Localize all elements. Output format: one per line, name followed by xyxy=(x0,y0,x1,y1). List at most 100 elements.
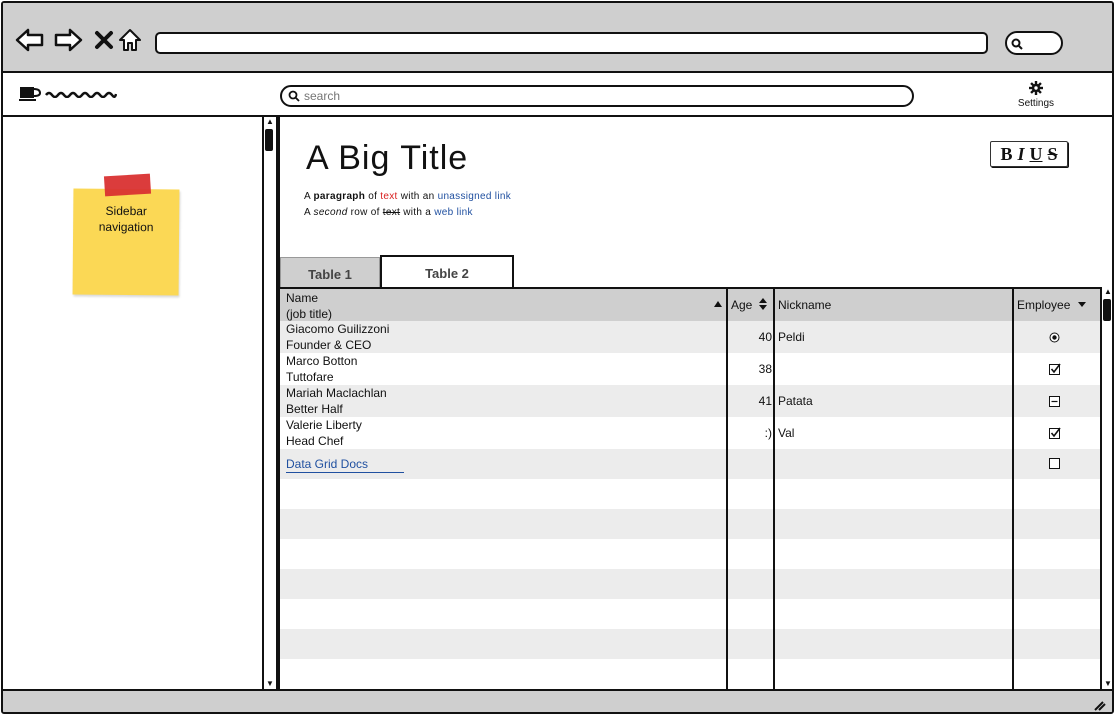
row-name-cell: Mariah Maclachlan Better Half xyxy=(286,385,387,417)
para2-strike: text xyxy=(382,207,401,218)
scroll-thumb[interactable] xyxy=(1103,299,1111,321)
url-field[interactable] xyxy=(155,32,988,54)
paragraph-1: A paragraph of text with an unassigned l… xyxy=(304,191,511,202)
row-nickname: Patata xyxy=(778,394,813,408)
table-row[interactable]: Mariah Maclachlan Better Half 41 Patata xyxy=(280,385,1100,417)
sort-ascending-icon[interactable] xyxy=(713,300,723,308)
scroll-up-arrow[interactable]: ▲ xyxy=(1102,287,1112,297)
employee-radio-selected[interactable] xyxy=(1049,332,1060,343)
row-age: 40 xyxy=(758,330,772,344)
column-divider xyxy=(773,289,775,691)
search-input[interactable] xyxy=(304,89,864,103)
sort-descending-icon[interactable] xyxy=(1077,301,1087,308)
header-job-title-label: (job title) xyxy=(286,307,333,321)
column-divider xyxy=(1012,289,1014,691)
tab-table-1[interactable]: Table 1 xyxy=(280,257,380,291)
empty-row xyxy=(280,569,1100,599)
logo xyxy=(19,86,117,102)
app-header: Settings xyxy=(3,73,1112,117)
row-job-title: Head Chef xyxy=(286,434,344,448)
data-grid-docs-link[interactable]: Data Grid Docs xyxy=(286,456,404,473)
para2-a: A xyxy=(304,207,311,218)
row-job-title: Founder & CEO xyxy=(286,338,372,352)
para1-red-text: text xyxy=(380,191,398,202)
sort-both-icon[interactable] xyxy=(758,297,768,311)
search-bar[interactable] xyxy=(280,85,914,107)
bold-button[interactable]: B xyxy=(1000,144,1012,165)
scroll-up-arrow[interactable]: ▲ xyxy=(264,117,276,127)
row-name-cell: Marco Botton Tuttofare xyxy=(286,353,357,385)
header-name[interactable]: Name (job title) xyxy=(286,290,332,322)
search-icon xyxy=(288,90,300,102)
para1-a: A xyxy=(304,191,311,202)
search-icon xyxy=(1011,38,1023,50)
unassigned-link[interactable]: unassigned link xyxy=(438,191,511,202)
data-grid: Name (job title) Age Nickname Employee G… xyxy=(280,287,1100,691)
column-divider xyxy=(726,289,728,691)
content-divider xyxy=(278,117,280,689)
scroll-thumb[interactable] xyxy=(265,129,273,151)
sticky-note-line2: navigation xyxy=(98,219,154,235)
employee-checkbox-indeterminate[interactable] xyxy=(1049,396,1060,407)
para1-of: of xyxy=(368,191,378,202)
table-row[interactable]: Giacomo Guilizzoni Founder & CEO 40 Peld… xyxy=(280,321,1100,353)
main-content: A Big Title A paragraph of text with an … xyxy=(280,117,1112,691)
sidebar: Sidebar navigation xyxy=(3,117,262,689)
row-name: Giacomo Guilizzoni xyxy=(286,322,390,336)
forward-icon[interactable] xyxy=(53,25,83,55)
browser-toolbar xyxy=(3,3,1112,73)
browser-window: Settings Sidebar navigation ▲ ▼ A Big Ti… xyxy=(1,1,1114,714)
grid-header: Name (job title) Age Nickname Employee xyxy=(280,289,1100,321)
table-row[interactable]: Valerie Liberty Head Chef :) Val xyxy=(280,417,1100,449)
sticky-note-line1: Sidebar xyxy=(105,203,148,219)
employee-checkbox-unchecked[interactable] xyxy=(1049,458,1060,469)
row-job-title: Tuttofare xyxy=(286,370,334,384)
paragraph-2: A second row of text with a web link xyxy=(304,207,473,218)
row-name: Mariah Maclachlan xyxy=(286,386,387,400)
scroll-down-arrow[interactable]: ▼ xyxy=(1102,679,1112,689)
settings-button[interactable]: Settings xyxy=(1011,81,1061,109)
row-name-cell: Giacomo Guilizzoni Founder & CEO xyxy=(286,321,389,353)
sidebar-scrollbar[interactable]: ▲ ▼ xyxy=(262,117,278,689)
employee-checkbox-checked[interactable] xyxy=(1049,427,1061,439)
header-age[interactable]: Age xyxy=(731,297,752,313)
coffee-cup-icon xyxy=(19,87,41,101)
empty-row xyxy=(280,509,1100,539)
sticky-tape xyxy=(103,173,152,197)
row-age: :) xyxy=(764,426,772,440)
back-icon[interactable] xyxy=(15,25,45,55)
status-bar xyxy=(3,689,1112,712)
page-title: A Big Title xyxy=(306,139,469,177)
row-nickname: Peldi xyxy=(778,330,805,344)
settings-label: Settings xyxy=(1017,98,1055,109)
resize-grip-icon[interactable] xyxy=(1092,699,1106,711)
row-age: 41 xyxy=(758,394,772,408)
header-employee[interactable]: Employee xyxy=(1017,297,1070,313)
row-job-title: Better Half xyxy=(286,402,343,416)
para1-with: with an xyxy=(400,191,435,202)
header-name-label: Name xyxy=(286,291,319,305)
tab-table-2[interactable]: Table 2 xyxy=(380,255,514,289)
table-row[interactable]: Marco Botton Tuttofare 38 xyxy=(280,353,1100,385)
empty-row xyxy=(280,629,1100,659)
gear-icon xyxy=(1029,81,1043,95)
logo-scribble xyxy=(45,91,117,98)
web-link[interactable]: web link xyxy=(434,207,473,218)
para2-italic: second xyxy=(313,207,348,218)
row-age: 38 xyxy=(758,362,772,376)
underline-button[interactable]: U xyxy=(1030,144,1043,165)
strikethrough-button[interactable]: S xyxy=(1048,144,1058,165)
text-format-toolbar: B I U S xyxy=(990,141,1068,167)
home-icon[interactable] xyxy=(115,25,145,55)
employee-checkbox-checked[interactable] xyxy=(1049,363,1061,375)
para1-bold: paragraph xyxy=(313,191,366,202)
url-search-button[interactable] xyxy=(1005,31,1063,55)
para2-row: row of xyxy=(350,207,380,218)
header-nickname[interactable]: Nickname xyxy=(778,297,831,313)
scroll-down-arrow[interactable]: ▼ xyxy=(264,679,276,689)
italic-button[interactable]: I xyxy=(1017,144,1024,165)
grid-scrollbar[interactable]: ▲ ▼ xyxy=(1100,287,1112,689)
table-row[interactable]: Data Grid Docs xyxy=(280,449,1100,479)
row-name-cell: Valerie Liberty Head Chef xyxy=(286,417,362,449)
sticky-note: Sidebar navigation xyxy=(72,173,180,296)
